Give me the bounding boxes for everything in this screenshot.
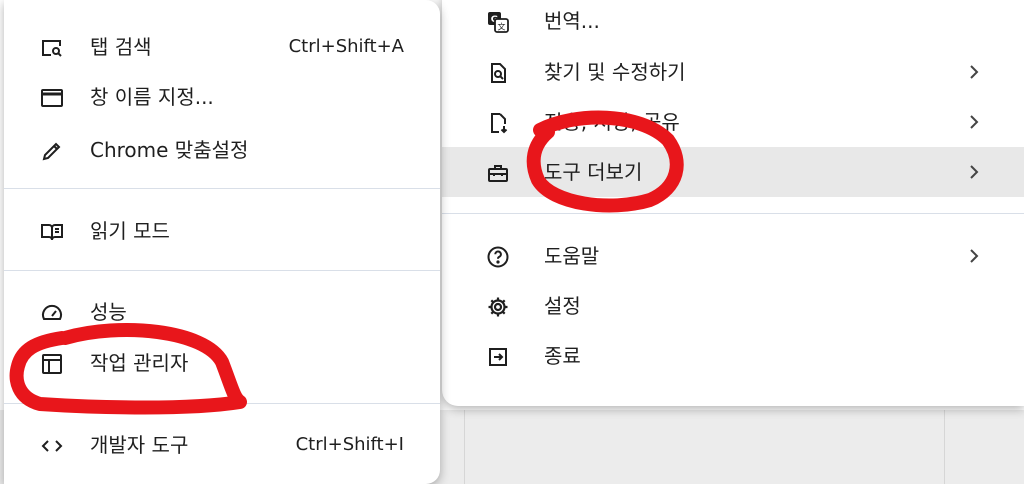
menu-item-reading-mode[interactable]: 읽기 모드 xyxy=(4,206,440,256)
menu-item-translate[interactable]: G文 번역... xyxy=(442,0,1024,46)
menu-item-settings[interactable]: 설정 xyxy=(442,281,1024,331)
gear-icon xyxy=(486,295,510,319)
menu-item-developer-tools[interactable]: 개발자 도구 Ctrl+Shift+I xyxy=(4,420,440,470)
menu-item-help[interactable]: 도움말 xyxy=(442,231,1024,281)
more-tools-submenu: 탭 검색 Ctrl+Shift+A 창 이름 지정... Chrome 맞춤설정… xyxy=(4,0,440,484)
gauge-icon xyxy=(40,301,64,325)
toolbox-icon xyxy=(486,161,510,185)
menu-separator xyxy=(4,188,440,189)
find-icon xyxy=(486,61,510,85)
menu-separator xyxy=(442,213,1024,214)
menu-separator xyxy=(4,403,440,404)
menu-item-exit[interactable]: 종료 xyxy=(442,331,1024,381)
book-icon xyxy=(40,220,64,244)
svg-text:文: 文 xyxy=(498,22,506,32)
menu-item-save-share[interactable]: 전송, 저장, 공유 xyxy=(442,97,1024,147)
translate-icon: G文 xyxy=(486,10,510,34)
window-icon xyxy=(40,86,64,110)
shortcut-label: Ctrl+Shift+A xyxy=(288,36,404,57)
menu-item-performance[interactable]: 성능 xyxy=(4,287,440,337)
chevron-right-icon xyxy=(966,247,982,265)
save-share-icon xyxy=(486,111,510,135)
menu-item-more-tools[interactable]: 도구 더보기 xyxy=(442,147,1024,197)
menu-item-find-edit[interactable]: 찾기 및 수정하기 xyxy=(442,47,1024,97)
chevron-right-icon xyxy=(966,113,982,131)
shortcut-label: Ctrl+Shift+I xyxy=(295,434,404,455)
menu-item-task-manager[interactable]: 작업 관리자 xyxy=(4,338,440,388)
code-icon xyxy=(40,434,64,458)
exit-icon xyxy=(486,345,510,369)
menu-separator xyxy=(4,270,440,271)
pencil-icon xyxy=(40,139,64,163)
background-divider xyxy=(944,410,945,484)
menu-item-tab-search[interactable]: 탭 검색 Ctrl+Shift+A xyxy=(4,22,440,72)
chevron-right-icon xyxy=(966,163,982,181)
chrome-main-menu: G文 번역... 찾기 및 수정하기 전송, 저장, 공유 도구 더보기 도움말 xyxy=(442,0,1024,406)
task-manager-icon xyxy=(40,352,64,376)
background-divider xyxy=(464,410,465,484)
help-icon xyxy=(486,245,510,269)
menu-item-name-window[interactable]: 창 이름 지정... xyxy=(4,72,440,122)
menu-item-customize-chrome[interactable]: Chrome 맞춤설정 xyxy=(4,125,440,175)
chevron-right-icon xyxy=(966,63,982,81)
tab-search-icon xyxy=(40,36,64,60)
